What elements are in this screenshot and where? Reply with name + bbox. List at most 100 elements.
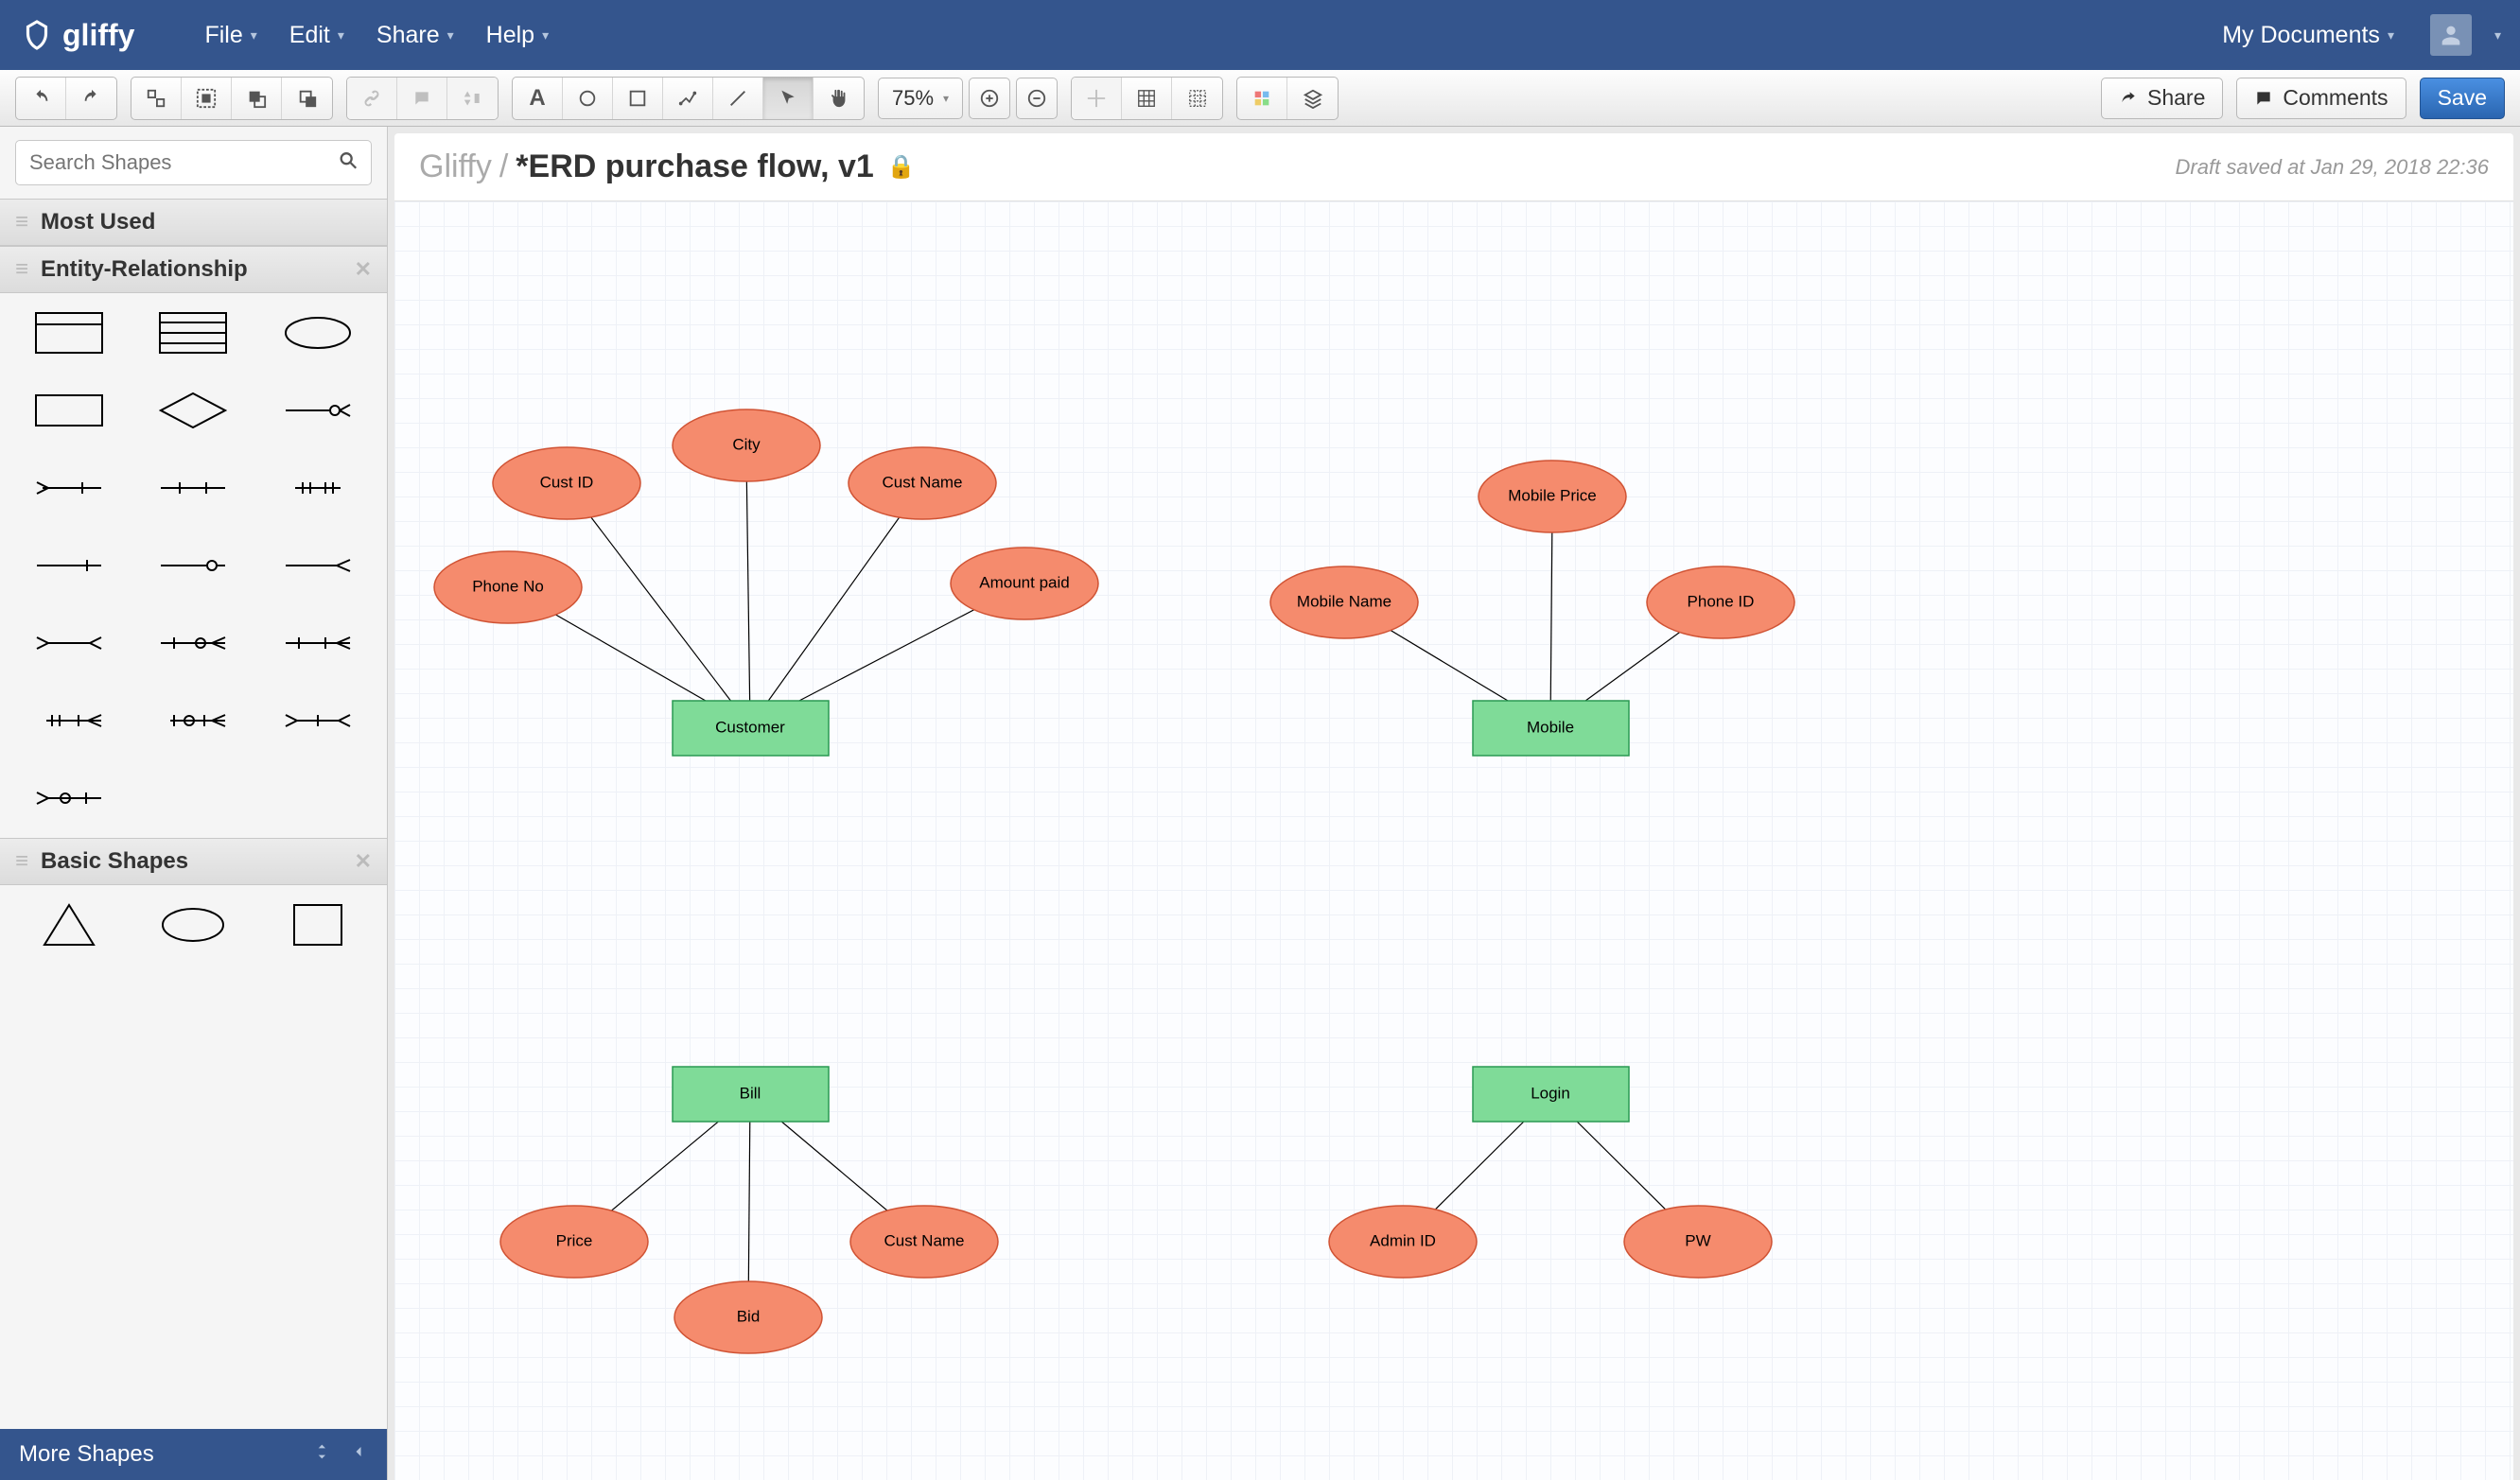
pointer-tool-button[interactable] [763, 78, 814, 119]
shape-square[interactable] [271, 900, 364, 949]
shape-tick-circle-tick-crow[interactable] [148, 696, 240, 745]
ungroup-button[interactable] [131, 78, 182, 119]
doc-title[interactable]: *ERD purchase flow, v1 [516, 148, 874, 185]
attr-city[interactable]: City [732, 435, 761, 453]
attr-mobile-name[interactable]: Mobile Name [1297, 592, 1391, 610]
undo-icon [30, 88, 51, 109]
line-tool-button[interactable] [713, 78, 763, 119]
zoom-dropdown[interactable]: 75%▾ [878, 78, 963, 119]
share-button[interactable]: Share [2101, 78, 2223, 119]
link-button[interactable] [347, 78, 397, 119]
shape-one-one[interactable] [148, 463, 240, 513]
snap-object-button[interactable] [1072, 78, 1122, 119]
canvas[interactable]: Phone No Cust ID City Cust Name Amount p… [394, 201, 2513, 1480]
rect-tool-button[interactable] [613, 78, 663, 119]
shape-many-many[interactable] [271, 463, 364, 513]
section-most-used[interactable]: ≡ Most Used [0, 199, 387, 246]
basic-shapes-grid [0, 885, 387, 961]
ellipse-tool-button[interactable] [563, 78, 613, 119]
lock-icon[interactable]: 🔒 [887, 153, 916, 181]
diagram: Phone No Cust ID City Cust Name Amount p… [394, 201, 2476, 1480]
connector-tool-button[interactable] [663, 78, 713, 119]
shape-rect[interactable] [23, 386, 115, 435]
menubar: gliffy File▾ Edit▾ Share▾ Help▾ My Docum… [0, 0, 2520, 70]
shape-tick-circle-crow[interactable] [148, 618, 240, 668]
caret-icon[interactable]: ▾ [2494, 27, 2501, 44]
attr-price[interactable]: Price [556, 1231, 593, 1249]
rect-icon [627, 88, 648, 109]
caret-icon: ▾ [2388, 27, 2394, 44]
attr-bid[interactable]: Bid [737, 1307, 761, 1325]
resize-icon[interactable] [315, 1441, 336, 1469]
theme-button[interactable] [1237, 78, 1287, 119]
shape-triangle[interactable] [23, 900, 115, 949]
attr-bill-cust-name[interactable]: Cust Name [884, 1231, 964, 1249]
comments-button[interactable]: Comments [2236, 78, 2406, 119]
section-entity-relationship[interactable]: ≡ Entity-Relationship ✕ [0, 246, 387, 293]
more-shapes-link[interactable]: More Shapes [19, 1441, 154, 1468]
search-input[interactable] [15, 140, 372, 185]
shape-crow-tick-crow[interactable] [271, 696, 364, 745]
attr-admin-id[interactable]: Admin ID [1370, 1231, 1436, 1249]
section-basic-shapes[interactable]: ≡ Basic Shapes ✕ [0, 838, 387, 885]
link-icon [362, 89, 381, 108]
shape-entity-rows[interactable] [148, 308, 240, 357]
menu-share[interactable]: Share▾ [363, 16, 467, 55]
bring-front-button[interactable] [232, 78, 282, 119]
entity-customer[interactable]: Customer [715, 718, 785, 736]
shape-crow-both[interactable] [23, 618, 115, 668]
shape-one-to-many[interactable] [271, 386, 364, 435]
attr-cust-name[interactable]: Cust Name [882, 473, 962, 491]
search-icon[interactable] [338, 150, 359, 176]
snap-grid-button[interactable] [1122, 78, 1172, 119]
shape-line-circle[interactable] [148, 541, 240, 590]
menu-file[interactable]: File▾ [191, 16, 270, 55]
avatar[interactable] [2430, 14, 2472, 56]
popup-button[interactable] [447, 78, 498, 119]
guides-button[interactable] [1172, 78, 1222, 119]
undo-button[interactable] [16, 78, 66, 119]
save-button[interactable]: Save [2420, 78, 2505, 119]
attr-phone-id[interactable]: Phone ID [1688, 592, 1755, 610]
attr-mobile-price[interactable]: Mobile Price [1508, 486, 1597, 504]
shape-entity[interactable] [23, 308, 115, 357]
send-back-button[interactable] [282, 78, 332, 119]
attr-amount-paid[interactable]: Amount paid [979, 573, 1069, 591]
zoom-in-button[interactable] [969, 78, 1010, 119]
text-tool-button[interactable]: A [513, 78, 563, 119]
logo[interactable]: gliffy [19, 17, 134, 53]
attr-pw[interactable]: PW [1685, 1231, 1710, 1249]
entity-login[interactable]: Login [1531, 1084, 1570, 1102]
pan-tool-button[interactable] [814, 78, 864, 119]
attr-phone-no[interactable]: Phone No [472, 577, 544, 595]
my-documents-link[interactable]: My Documents▾ [2209, 16, 2407, 55]
breadcrumb-root[interactable]: Gliffy [419, 148, 492, 185]
shape-line-crow[interactable] [271, 541, 364, 590]
menu-edit[interactable]: Edit▾ [276, 16, 358, 55]
shape-many-tick-crow[interactable] [23, 696, 115, 745]
shape-tick-tick-crow[interactable] [271, 618, 364, 668]
close-icon[interactable]: ✕ [355, 849, 372, 874]
shape-crow-left[interactable] [23, 463, 115, 513]
group-button[interactable] [182, 78, 232, 119]
zoom-in-icon [979, 88, 1000, 109]
shape-attribute[interactable] [271, 308, 364, 357]
grip-icon: ≡ [15, 256, 26, 283]
redo-button[interactable] [66, 78, 116, 119]
save-status: Draft saved at Jan 29, 2018 22:36 [2176, 155, 2489, 180]
shape-relationship[interactable] [148, 386, 240, 435]
shape-line-tick[interactable] [23, 541, 115, 590]
collapse-icon[interactable] [349, 1441, 368, 1469]
close-icon[interactable]: ✕ [355, 257, 372, 282]
zoom-out-button[interactable] [1016, 78, 1058, 119]
note-button[interactable] [397, 78, 447, 119]
entity-mobile[interactable]: Mobile [1527, 718, 1574, 736]
shape-oval[interactable] [148, 900, 240, 949]
er-shapes-grid [0, 293, 387, 838]
menu-help[interactable]: Help▾ [473, 16, 562, 55]
shape-crow-circle-tick[interactable] [23, 774, 115, 823]
layers-button[interactable] [1287, 78, 1338, 119]
attr-cust-id[interactable]: Cust ID [540, 473, 594, 491]
entity-bill[interactable]: Bill [740, 1084, 761, 1102]
breadcrumb-sep: / [499, 148, 508, 185]
